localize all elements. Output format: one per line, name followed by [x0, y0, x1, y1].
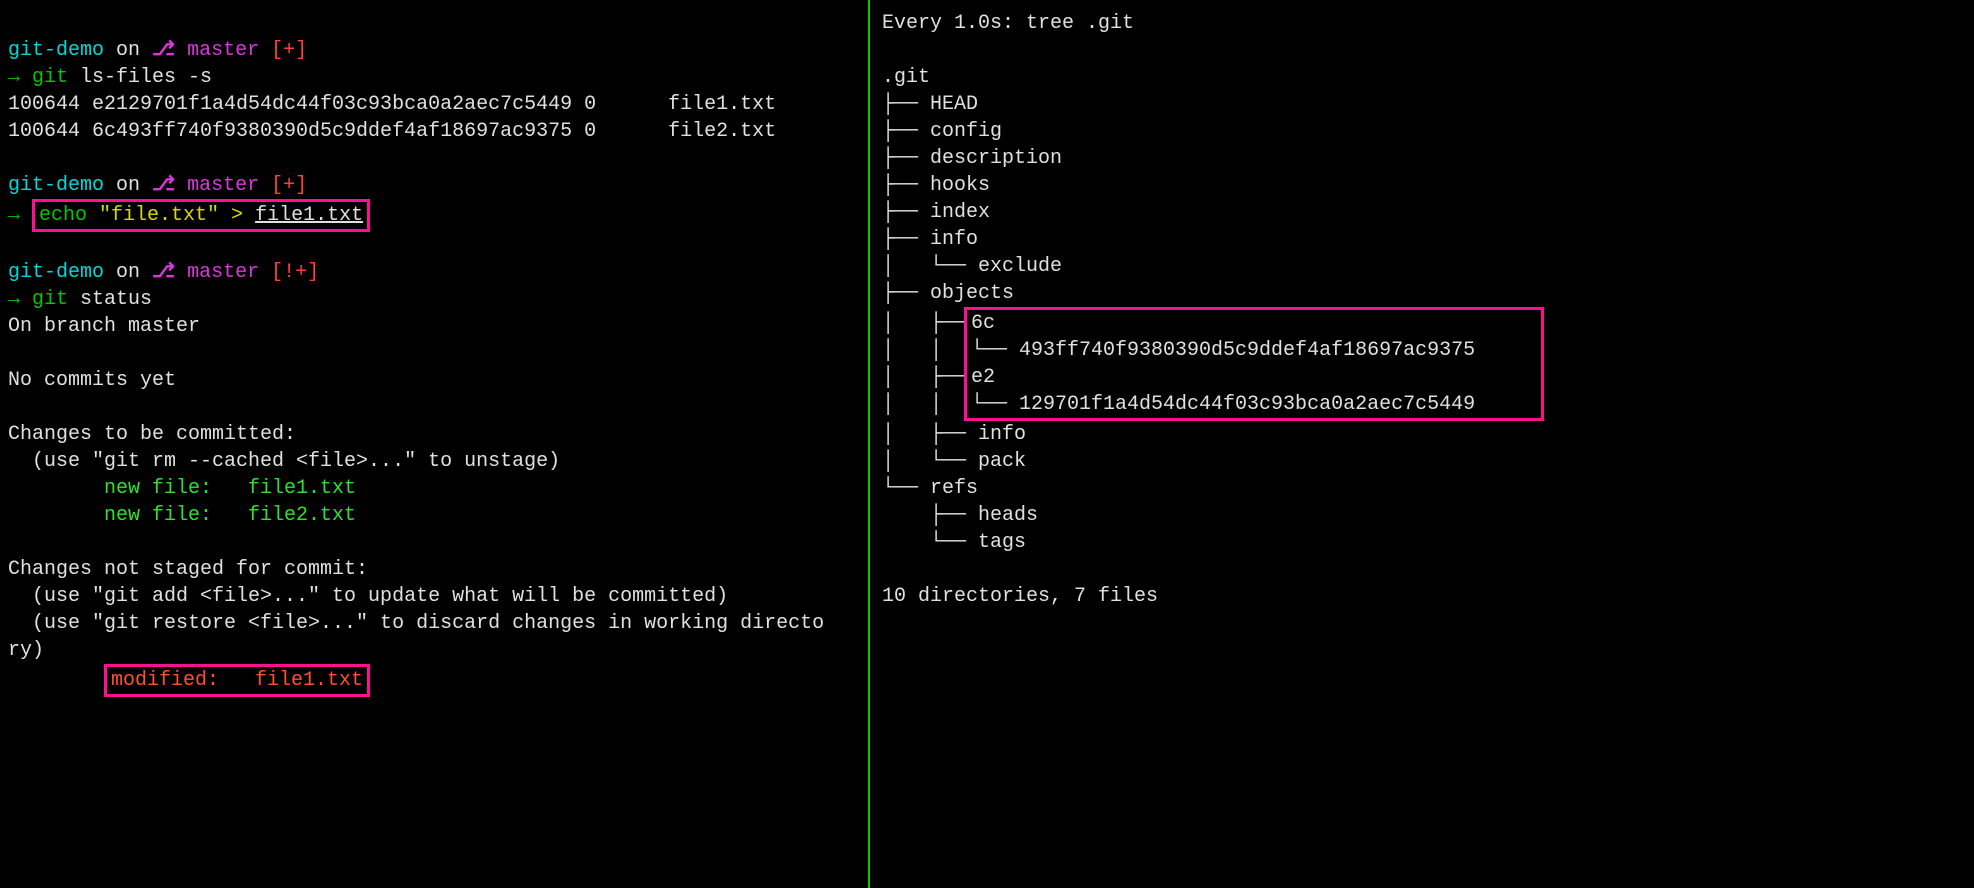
tree-item-objects-info: │ ├── info	[882, 421, 1962, 448]
tree-item-e2: │ ├── e2	[882, 364, 1962, 391]
branch-icon: ⎇	[152, 39, 175, 62]
prompt-line-1: git-demo on ⎇ master [+]	[8, 37, 860, 64]
branch-status: [+]	[259, 39, 307, 62]
blank-line	[8, 232, 860, 259]
ls-files-row: 100644 6c493ff740f9380390d5c9ddef4af1869…	[8, 118, 860, 145]
tree-item-heads: ├── heads	[882, 502, 1962, 529]
command-line-1: → git ls-files -s	[8, 64, 860, 91]
highlight-objects-block: │ ├── 6c │ │ └── 493ff740f9380390d5c9dde…	[882, 307, 1962, 421]
tree-item-pack: │ └── pack	[882, 448, 1962, 475]
cmd-echo: echo	[39, 204, 87, 227]
cmd-rest: ls-files -s	[68, 66, 212, 89]
tree-item-index: ├── index	[882, 199, 1962, 226]
blank-line	[8, 340, 860, 367]
cmd-rest: status	[68, 288, 152, 311]
tree-item-tags: └── tags	[882, 529, 1962, 556]
status-restore-hint-cont: ry)	[8, 637, 860, 664]
cmd-git: git	[32, 288, 68, 311]
blank-line	[8, 394, 860, 421]
terminal-right-pane[interactable]: Every 1.0s: tree .git .git ├── HEAD ├── …	[870, 0, 1974, 888]
status-restore-hint: (use "git restore <file>..." to discard …	[8, 610, 860, 637]
status-modified-line: modified: file1.txt	[8, 664, 860, 697]
blank-line	[8, 10, 860, 37]
tree-item-refs: └── refs	[882, 475, 1962, 502]
tree-item-objects: ├── objects	[882, 280, 1962, 307]
tree-item-info: ├── info	[882, 226, 1962, 253]
command-line-3: → git status	[8, 286, 860, 313]
prompt-on: on	[104, 174, 152, 197]
branch-status: [+]	[259, 174, 307, 197]
tree-item-exclude: │ └── exclude	[882, 253, 1962, 280]
ls-files-row: 100644 e2129701f1a4d54dc44f03c93bca0a2ae…	[8, 91, 860, 118]
branch-status: [!+]	[259, 261, 319, 284]
branch-name: master	[175, 174, 259, 197]
blank-line	[8, 529, 860, 556]
tree-item-e2-hash: │ │ └── 129701f1a4d54dc44f03c93bca0a2aec…	[882, 391, 1962, 421]
tree-item-head: ├── HEAD	[882, 91, 1962, 118]
cmd-file: file1.txt	[255, 204, 363, 227]
tree-item-6c-hash: │ │ └── 493ff740f9380390d5c9ddef4af18697…	[882, 337, 1962, 364]
prompt-dir: git-demo	[8, 174, 104, 197]
ls-files-entry: 100644 e2129701f1a4d54dc44f03c93bca0a2ae…	[8, 93, 596, 116]
terminal-left-pane[interactable]: git-demo on ⎇ master [+] → git ls-files …	[0, 0, 870, 888]
prompt-on: on	[104, 261, 152, 284]
tree-item-description: ├── description	[882, 145, 1962, 172]
highlight-modified: modified: file1.txt	[104, 664, 370, 697]
branch-name: master	[175, 39, 259, 62]
status-changes-not-staged: Changes not staged for commit:	[8, 556, 860, 583]
highlight-echo-command: echo "file.txt" > file1.txt	[32, 199, 370, 232]
status-no-commits: No commits yet	[8, 367, 860, 394]
ls-files-entry: 100644 6c493ff740f9380390d5c9ddef4af1869…	[8, 120, 596, 143]
status-new-file: new file: file2.txt	[8, 502, 860, 529]
branch-icon: ⎇	[152, 261, 175, 284]
blank-line	[882, 556, 1962, 583]
tree-summary: 10 directories, 7 files	[882, 583, 1962, 610]
tree-root: .git	[882, 64, 1962, 91]
blank-line	[882, 37, 1962, 64]
prompt-arrow: →	[8, 66, 32, 89]
status-on-branch: On branch master	[8, 313, 860, 340]
cmd-mid: "file.txt" >	[87, 204, 255, 227]
status-unstage-hint: (use "git rm --cached <file>..." to unst…	[8, 448, 860, 475]
prompt-line-2: git-demo on ⎇ master [+]	[8, 172, 860, 199]
branch-name: master	[175, 261, 259, 284]
watch-header: Every 1.0s: tree .git	[882, 10, 1962, 37]
tree-item-6c: │ ├── 6c	[882, 307, 1962, 337]
prompt-arrow: →	[8, 204, 32, 227]
cmd-git: git	[32, 66, 68, 89]
prompt-line-3: git-demo on ⎇ master [!+]	[8, 259, 860, 286]
status-add-hint: (use "git add <file>..." to update what …	[8, 583, 860, 610]
status-changes-committed: Changes to be committed:	[8, 421, 860, 448]
branch-icon: ⎇	[152, 174, 175, 197]
ls-files-filename: file1.txt	[596, 93, 776, 116]
blank-line	[8, 145, 860, 172]
prompt-dir: git-demo	[8, 261, 104, 284]
ls-files-filename: file2.txt	[596, 120, 776, 143]
status-new-file: new file: file1.txt	[8, 475, 860, 502]
tree-item-hooks: ├── hooks	[882, 172, 1962, 199]
prompt-on: on	[104, 39, 152, 62]
prompt-dir: git-demo	[8, 39, 104, 62]
prompt-arrow: →	[8, 288, 32, 311]
tree-item-config: ├── config	[882, 118, 1962, 145]
command-line-2: → echo "file.txt" > file1.txt	[8, 199, 860, 232]
